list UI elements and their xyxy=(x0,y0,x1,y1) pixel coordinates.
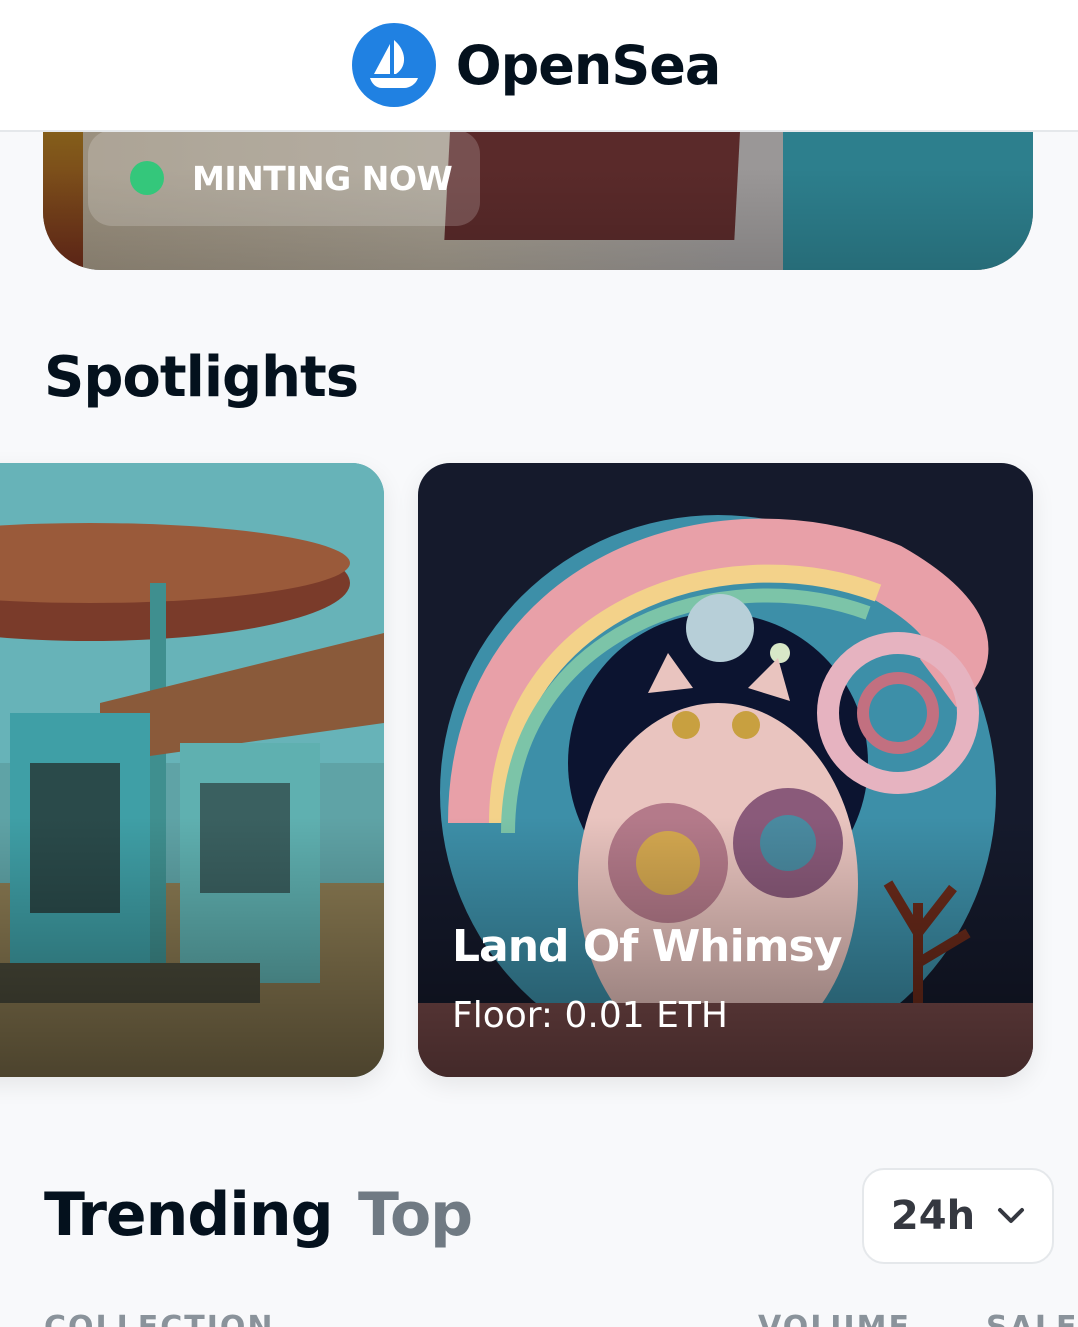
spotlight-title: Land Of Whimsy xyxy=(452,921,842,972)
brand-name: OpenSea xyxy=(455,33,722,97)
top-header: OpenSea xyxy=(0,0,1078,132)
tab-trending[interactable]: Trending xyxy=(44,1180,334,1250)
time-range-value: 24h xyxy=(890,1193,976,1239)
time-range-dropdown[interactable]: 24h xyxy=(862,1168,1054,1264)
chevron-down-icon xyxy=(997,1202,1025,1230)
card-shade xyxy=(0,817,384,1077)
tab-top[interactable]: Top xyxy=(358,1180,473,1250)
spotlight-card[interactable]: world TH xyxy=(0,463,384,1077)
minting-status-badge: MINTING NOW xyxy=(88,130,480,226)
spotlight-card[interactable]: Land Of Whimsy Floor: 0.01 ETH xyxy=(418,463,1033,1077)
column-header-sales: SALES xyxy=(986,1310,1078,1327)
minting-status-label: MINTING NOW xyxy=(192,158,453,198)
spotlights-heading: Spotlights xyxy=(44,345,359,410)
brand-link[interactable]: OpenSea xyxy=(351,23,722,107)
column-header-collection: COLLECTION xyxy=(44,1310,275,1327)
column-header-volume: VOLUME xyxy=(758,1310,911,1327)
ship-icon xyxy=(351,23,436,107)
spotlight-floor-price: Floor: 0.01 ETH xyxy=(452,995,728,1036)
live-dot-icon xyxy=(130,161,164,195)
page: OpenSea MINTING NOW Spotlights Land Of W… xyxy=(0,0,1078,1327)
